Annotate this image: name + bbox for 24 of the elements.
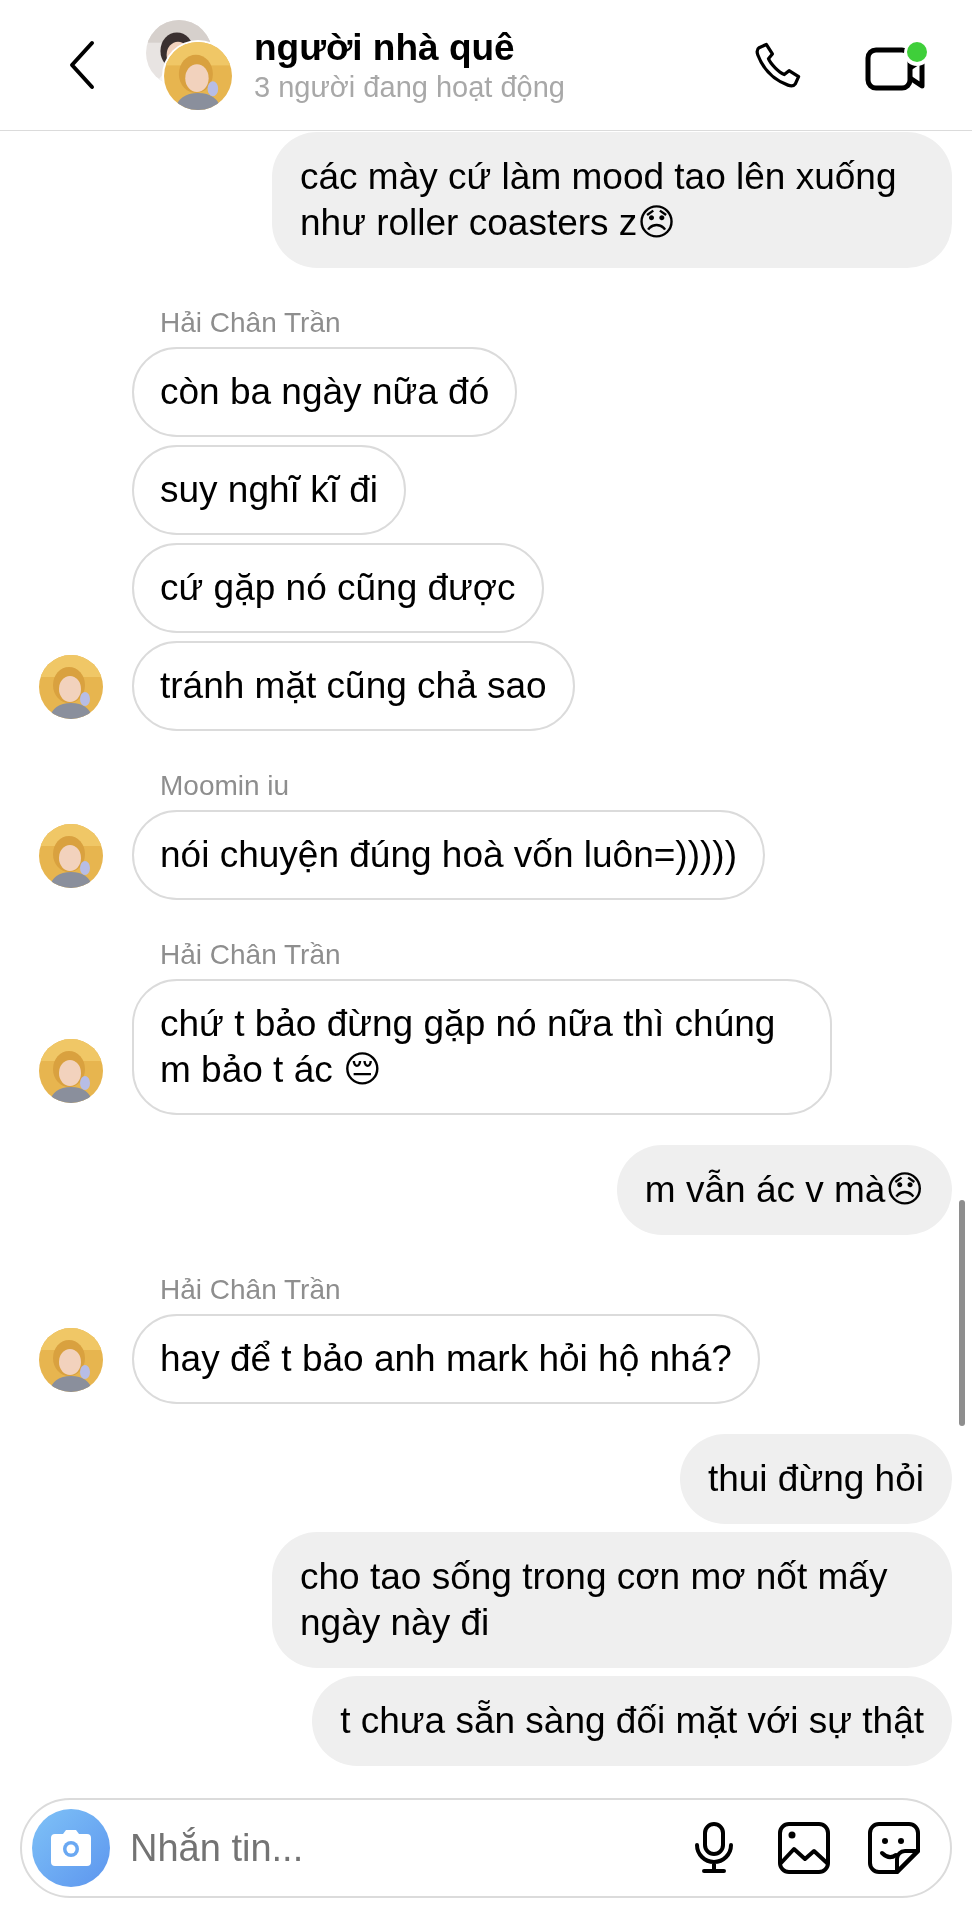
sender-name: Hải Chân Trần <box>160 939 341 970</box>
message-bubble: nói chuyện đúng hoà vốn luôn=))))) <box>132 810 765 900</box>
chat-title: người nhà quê <box>254 26 516 70</box>
sender-name: Hải Chân Trần <box>160 307 341 338</box>
sticker-icon[interactable] <box>866 1820 922 1876</box>
message-field[interactable]: Nhắn tin... <box>130 1819 686 1877</box>
sender-name: Hải Chân Trần <box>160 1274 341 1305</box>
camera-button[interactable] <box>32 1809 110 1887</box>
message-bubble: còn ba ngày nữa đó <box>132 347 518 437</box>
message-bubble: t chưa sẵn sàng đối mặt với sự thật <box>312 1676 952 1766</box>
message-bar[interactable]: Nhắn tin... <box>20 1798 952 1898</box>
message-bubble: tránh mặt cũng chả sao <box>132 641 575 731</box>
sender-name: Moomin iu <box>160 770 290 801</box>
message-bubble: các mày cứ làm mood tao lên xuống như roller coasters z😞 <box>272 132 952 268</box>
message-bubble: suy nghĩ kĩ đi <box>132 445 406 535</box>
message-bubble: cho tao sống trong cơn mơ nốt mấy ngày này đi <box>272 1532 952 1668</box>
message-bubble: cứ gặp nó cũng được <box>132 543 544 633</box>
image-icon[interactable] <box>776 1820 832 1876</box>
message-bubble: hay để t bảo anh mark hỏi hộ nhá? <box>132 1314 760 1404</box>
message-bubble: thui đừng hỏi <box>679 1434 952 1524</box>
camera-icon <box>49 1828 93 1868</box>
active-status: 3 người đang hoạt động <box>254 70 565 104</box>
message-bubble: chứ t bảo đừng gặp nó nữa thì chúng m bảo t ác 😔 <box>132 979 832 1115</box>
message-bubble: m vẫn ác v mà😞 <box>616 1145 952 1235</box>
